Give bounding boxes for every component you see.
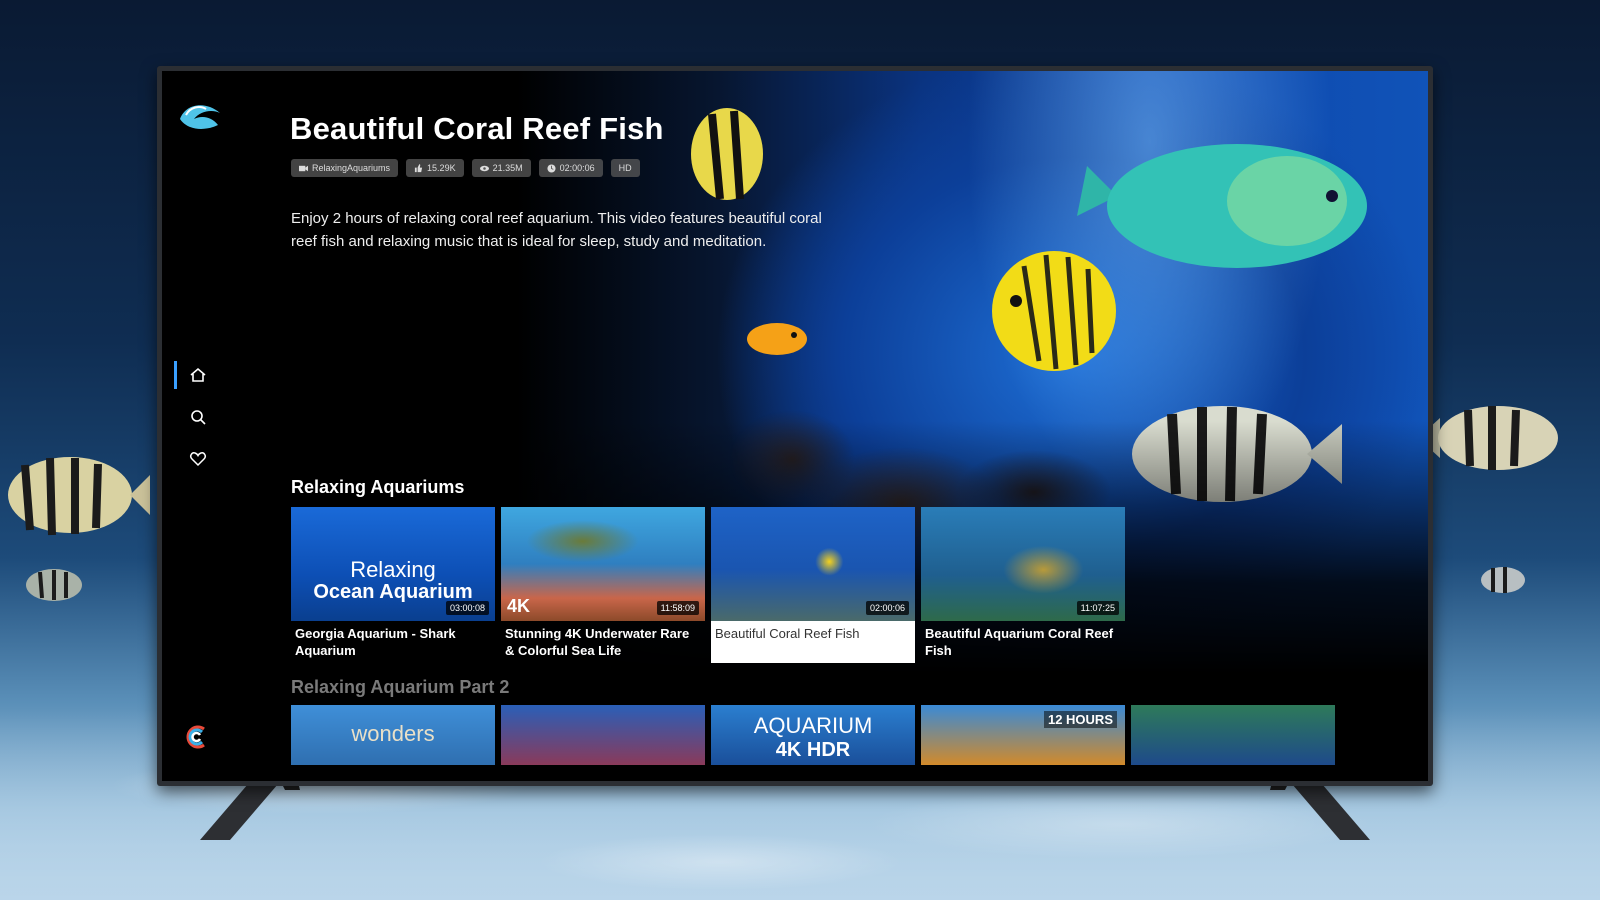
tv-frame: Beautiful Coral Reef Fish RelaxingAquari…: [157, 66, 1433, 786]
thumbnail-4k-badge: 4K: [507, 596, 531, 616]
quality-value: HD: [618, 163, 632, 173]
likes-chip: 15.29K: [406, 159, 464, 177]
hero-title: Beautiful Coral Reef Fish: [290, 111, 664, 146]
video-title: Georgia Aquarium - Shark Aquarium: [295, 626, 456, 658]
thumbnail-overlay-text: Relaxing: [350, 557, 436, 582]
moorish-idol: [691, 108, 763, 200]
video-card[interactable]: [501, 705, 705, 765]
sidebar-nav: [174, 357, 220, 483]
striped-fish-right: [1418, 406, 1558, 470]
section-title: Relaxing Aquarium Part 2: [291, 677, 510, 697]
hero-description: Enjoy 2 hours of relaxing coral reef aqu…: [291, 210, 822, 250]
video-title: Stunning 4K Underwater Rare & Colorful S…: [505, 626, 690, 658]
home-icon: [190, 367, 206, 382]
video-card[interactable]: Relaxing Ocean Aquarium 03:00:08 Georgia…: [291, 507, 495, 663]
duration-value: 02:00:06: [559, 163, 595, 173]
video-thumbnail: 4K 11:58:09: [501, 507, 705, 621]
thumbnail-overlay-text: wonders: [351, 721, 435, 746]
thumbs-up-icon: [414, 163, 423, 172]
clock-icon: [547, 163, 556, 173]
video-title: Beautiful Coral Reef Fish: [711, 621, 915, 663]
views-chip: 21.35M: [471, 159, 531, 177]
app-logo-icon: [180, 105, 220, 129]
yellow-butterflyfish: [992, 251, 1116, 371]
video-card[interactable]: AQUARIUM 4K HDR: [711, 705, 915, 765]
video-card[interactable]: 11:07:25 Beautiful Aquarium Coral Reef F…: [921, 507, 1125, 663]
video-card[interactable]: [1131, 705, 1335, 765]
video-thumbnail: [1131, 705, 1335, 765]
video-thumbnail: Relaxing Ocean Aquarium 03:00:08: [291, 507, 495, 621]
small-fish-right: [1481, 567, 1525, 593]
video-card[interactable]: 12 HOURS: [921, 705, 1125, 765]
hero-meta: RelaxingAquariums 15.29K 21.35M 02:00:06…: [291, 159, 640, 177]
duration-badge: 11:58:09: [656, 601, 699, 615]
video-thumbnail: 11:07:25: [921, 507, 1125, 621]
quality-chip: HD: [610, 159, 640, 177]
orange-fish: [747, 323, 807, 355]
video-thumbnail: 12 HOURS: [921, 705, 1125, 765]
search-icon: [191, 410, 206, 425]
video-card-focused[interactable]: 02:00:06 Beautiful Coral Reef Fish: [711, 507, 915, 663]
tv-screen: Beautiful Coral Reef Fish RelaxingAquari…: [162, 71, 1428, 781]
carousel-relaxing-aquariums: Relaxing Ocean Aquarium 03:00:08 Georgia…: [291, 507, 1125, 663]
likes-count: 15.29K: [427, 163, 456, 173]
channel-chip: RelaxingAquariums: [291, 159, 399, 177]
thumbnail-overlay-text: 12 HOURS: [1043, 711, 1117, 728]
thumbnail-overlay-text: 4K HDR: [775, 739, 851, 761]
small-fish-left: [26, 569, 82, 601]
eye-icon: [479, 165, 489, 171]
sidebar: [162, 71, 272, 781]
video-thumbnail: 02:00:06: [711, 507, 915, 621]
video-title: Beautiful Aquarium Coral Reef Fish: [925, 626, 1114, 658]
nav-home[interactable]: [174, 357, 220, 393]
heart-icon: [190, 452, 206, 467]
video-card[interactable]: 4K 11:58:09 Stunning 4K Underwater Rare …: [501, 507, 705, 663]
duration-chip: 02:00:06: [538, 159, 603, 177]
video-thumbnail: AQUARIUM 4K HDR: [711, 705, 915, 765]
brand-c-icon: [186, 725, 205, 749]
striped-fish-left: [8, 457, 150, 536]
video-thumbnail: [501, 705, 705, 765]
duration-badge: 02:00:06: [865, 601, 909, 615]
duration-badge: 11:07:25: [1076, 601, 1119, 615]
video-thumbnail: wonders: [291, 705, 495, 765]
video-camera-icon: [299, 165, 308, 171]
video-card[interactable]: wonders: [291, 705, 495, 765]
nav-search[interactable]: [176, 399, 220, 435]
views-count: 21.35M: [492, 163, 523, 173]
carousel-relaxing-aquarium-part-2: wonders AQUARIUM 4K HDR 12 HOURS: [291, 705, 1335, 765]
nav-favorites[interactable]: [176, 441, 220, 477]
duration-badge: 03:00:08: [445, 601, 489, 615]
thumbnail-overlay-text: AQUARIUM: [753, 713, 873, 738]
section-title: Relaxing Aquariums: [291, 477, 465, 497]
channel-name: RelaxingAquariums: [312, 163, 391, 173]
